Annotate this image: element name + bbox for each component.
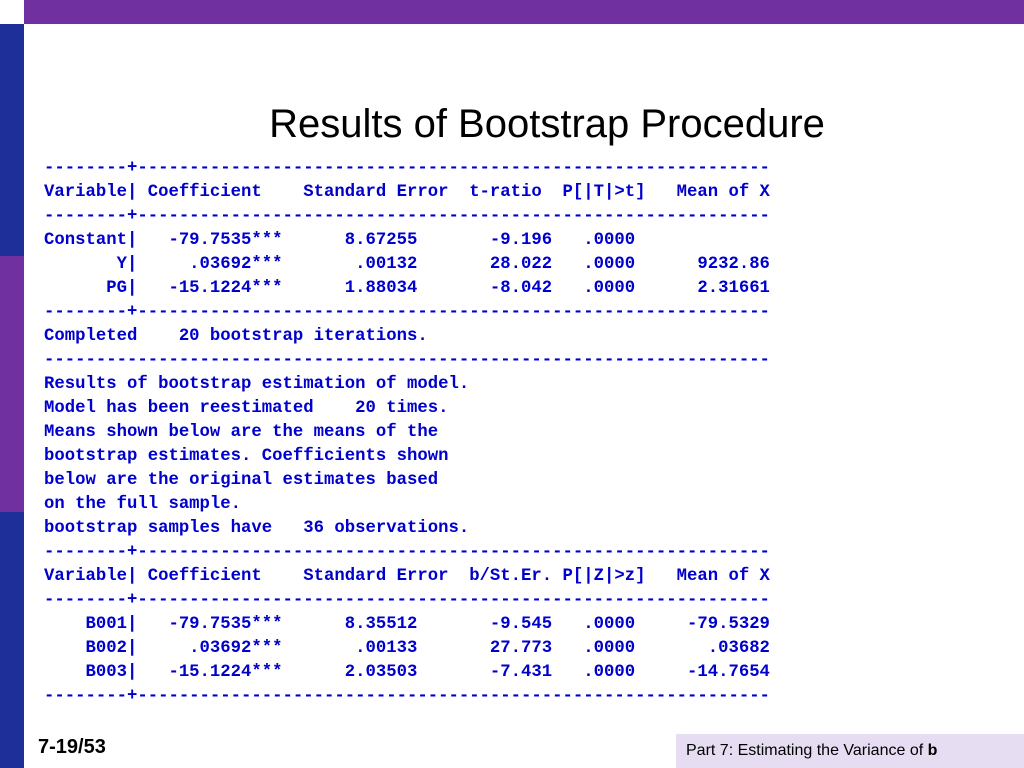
output-line: on the full sample. [44, 495, 242, 514]
output-line: Variable| Coefficient Standard Error t-r… [44, 183, 770, 202]
output-line: B003| -15.1224*** 2.03503 -7.431 .0000 -… [44, 663, 770, 682]
footer-text: Part 7: Estimating the Variance of [686, 742, 928, 759]
output-line: Variable| Coefficient Standard Error b/S… [44, 567, 770, 586]
output-line: --------+-------------------------------… [44, 159, 770, 178]
output-line: PG| -15.1224*** 1.88034 -8.042 .0000 2.3… [44, 279, 770, 298]
sidebar-segment [0, 0, 24, 24]
output-line: --------+-------------------------------… [44, 591, 770, 610]
output-line: B001| -79.7535*** 8.35512 -9.545 .0000 -… [44, 615, 770, 634]
output-line: Model has been reestimated 20 times. [44, 399, 449, 418]
output-line: Y| .03692*** .00132 28.022 .0000 9232.86 [44, 255, 770, 274]
output-line: B002| .03692*** .00133 27.773 .0000 .036… [44, 639, 770, 658]
output-line: Constant| -79.7535*** 8.67255 -9.196 .00… [44, 231, 636, 250]
output-line: below are the original estimates based [44, 471, 439, 490]
output-line: Results of bootstrap estimation of model… [44, 375, 470, 394]
output-line: bootstrap samples have 36 observations. [44, 519, 470, 538]
output-line: --------+-------------------------------… [44, 303, 770, 322]
footer-bold-text: b [927, 742, 938, 759]
footer-section-label: Part 7: Estimating the Variance of b [676, 734, 1024, 768]
sidebar-segment [0, 512, 24, 768]
output-line: --------+-------------------------------… [44, 687, 770, 706]
output-line: Completed 20 bootstrap iterations. [44, 327, 428, 346]
output-line: Means shown below are the means of the [44, 423, 439, 442]
output-line: ----------------------------------------… [44, 351, 770, 370]
output-line: --------+-------------------------------… [44, 543, 770, 562]
slide-title: Results of Bootstrap Procedure [269, 102, 825, 146]
regression-output: --------+-------------------------------… [44, 157, 770, 709]
sidebar-segment [0, 256, 24, 512]
top-accent-bar [0, 0, 1024, 24]
output-line: --------+-------------------------------… [44, 207, 770, 226]
output-line: bootstrap estimates. Coefficients shown [44, 447, 449, 466]
page-number: 7-19/53 [38, 736, 106, 758]
